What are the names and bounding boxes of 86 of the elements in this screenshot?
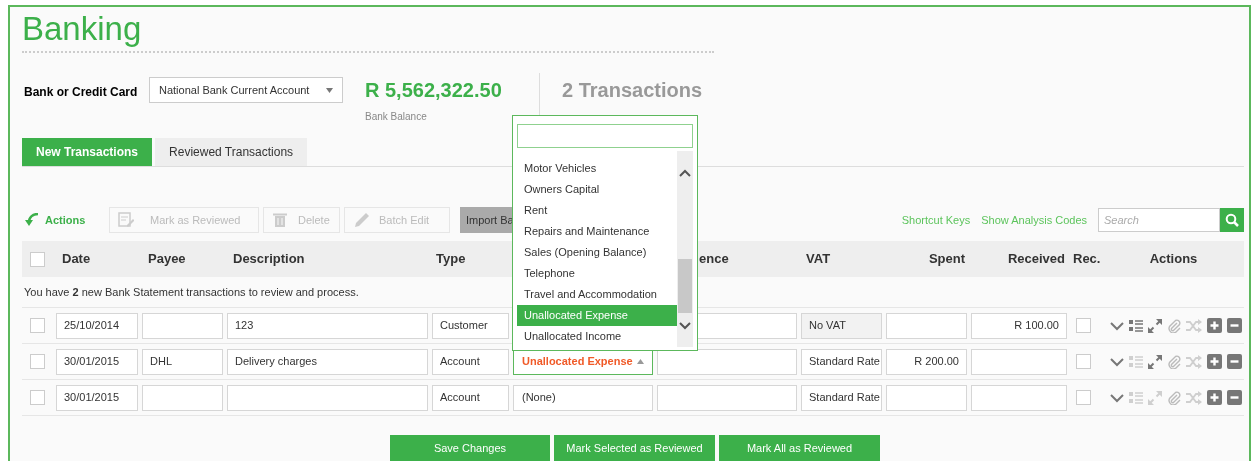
list-icon[interactable] <box>1129 318 1143 333</box>
column-header: ence <box>699 251 729 267</box>
checkbox[interactable] <box>30 354 45 369</box>
amount-field[interactable] <box>886 312 967 339</box>
trash-icon <box>272 212 288 228</box>
amount-field[interactable] <box>971 348 1067 375</box>
caret-down-icon <box>326 87 333 93</box>
dropdown-option[interactable]: Telephone <box>517 263 678 284</box>
page-title: Banking <box>22 7 714 53</box>
type-select[interactable]: Account <box>432 348 509 375</box>
amount-field[interactable]: R 100.00 <box>971 312 1067 339</box>
text-field[interactable]: 25/10/2014 <box>56 312 138 339</box>
pencil-icon <box>353 212 369 228</box>
checkbox[interactable] <box>1076 354 1091 369</box>
search-button[interactable] <box>1220 208 1244 232</box>
field-label: Bank or Credit Card <box>24 84 139 101</box>
expand-arrows-icon[interactable] <box>1148 318 1162 333</box>
search-field[interactable]: Search <box>1098 208 1220 232</box>
vat-select[interactable]: Standard Rate <box>801 384 882 411</box>
dropdown-option[interactable]: Motor Vehicles <box>517 158 678 179</box>
minus-icon[interactable] <box>1227 390 1242 405</box>
text-field[interactable]: Delivery charges <box>227 348 428 375</box>
scrollbar[interactable] <box>677 151 693 347</box>
chevron-down-icon[interactable] <box>679 322 691 330</box>
column-header: Actions <box>1149 251 1198 267</box>
paperclip-icon[interactable] <box>1167 354 1181 369</box>
plus-icon[interactable] <box>1207 390 1222 405</box>
amount-field[interactable]: R 200.00 <box>886 348 967 375</box>
search-icon <box>1225 213 1239 227</box>
text-field[interactable] <box>227 384 428 411</box>
balance-label: Bank Balance <box>365 110 428 124</box>
checkbox[interactable] <box>1076 390 1091 405</box>
column-header: Date <box>62 251 91 267</box>
caret-up-icon <box>637 359 644 364</box>
dropdown-option[interactable]: Repairs and Maintenance <box>517 221 678 242</box>
text-field[interactable]: 30/01/2015 <box>56 384 138 411</box>
reference-field[interactable] <box>657 384 797 411</box>
column-header: Description <box>233 251 305 267</box>
account-select[interactable]: National Bank Current Account <box>149 77 343 103</box>
dropdown-option[interactable]: Owners Capital <box>517 179 678 200</box>
paperclip-icon[interactable] <box>1167 318 1181 333</box>
expand-arrows-icon[interactable] <box>1148 354 1162 369</box>
reference-field[interactable] <box>657 348 797 375</box>
text-field[interactable] <box>142 312 223 339</box>
dropdown-option[interactable]: Rent <box>517 200 678 221</box>
column-header: VAT <box>806 251 831 267</box>
column-header: Payee <box>148 251 186 267</box>
info-message: You have 2 new Bank Statement transactions to review and process. <box>24 284 359 300</box>
column-header: Type <box>436 251 466 267</box>
dropdown-option[interactable]: Travel and Accommodation <box>517 284 678 305</box>
minus-icon[interactable] <box>1227 354 1242 369</box>
dropdown-option[interactable]: Unallocated Income <box>517 326 678 347</box>
minus-icon[interactable] <box>1227 318 1242 333</box>
text-field[interactable]: 123 <box>227 312 428 339</box>
category-select[interactable]: (None) <box>513 384 653 411</box>
scrollbar-thumb[interactable] <box>678 259 692 313</box>
text-field[interactable] <box>142 384 223 411</box>
column-header: Received <box>1007 251 1065 267</box>
actions-label: Actions <box>45 212 86 228</box>
plus-icon[interactable] <box>1207 354 1222 369</box>
amount-field[interactable] <box>886 384 967 411</box>
chevron-up-icon[interactable] <box>679 169 691 177</box>
tab[interactable]: Reviewed Transactions <box>155 138 308 166</box>
paperclip-icon[interactable] <box>1167 390 1181 405</box>
search-field[interactable] <box>517 124 693 148</box>
type-select[interactable]: Account <box>432 384 509 411</box>
checkbox[interactable] <box>30 318 45 333</box>
shuffle-icon[interactable] <box>1186 354 1202 369</box>
checkbox[interactable] <box>30 251 45 267</box>
text-field[interactable]: 30/01/2015 <box>56 348 138 375</box>
shuffle-icon[interactable] <box>1186 390 1202 405</box>
type-select[interactable]: Customer <box>432 312 509 339</box>
text-field[interactable]: DHL <box>142 348 223 375</box>
plus-icon[interactable] <box>1207 318 1222 333</box>
amount-field[interactable] <box>971 384 1067 411</box>
dropdown-option[interactable]: Sales (Opening Balance) <box>517 242 678 263</box>
curved-arrow-icon <box>24 213 40 227</box>
column-header: Rec. <box>1073 251 1101 267</box>
checkbox[interactable] <box>30 390 45 405</box>
column-header: Spent <box>928 251 965 267</box>
bank-balance: R 5,562,322.50 <box>365 78 503 103</box>
transaction-count: 2 Transactions <box>562 78 703 103</box>
shuffle-icon[interactable] <box>1186 318 1202 333</box>
note-edit-icon <box>118 212 134 228</box>
checkbox[interactable] <box>1076 318 1091 333</box>
vat-select[interactable]: Standard Rate <box>801 348 882 375</box>
